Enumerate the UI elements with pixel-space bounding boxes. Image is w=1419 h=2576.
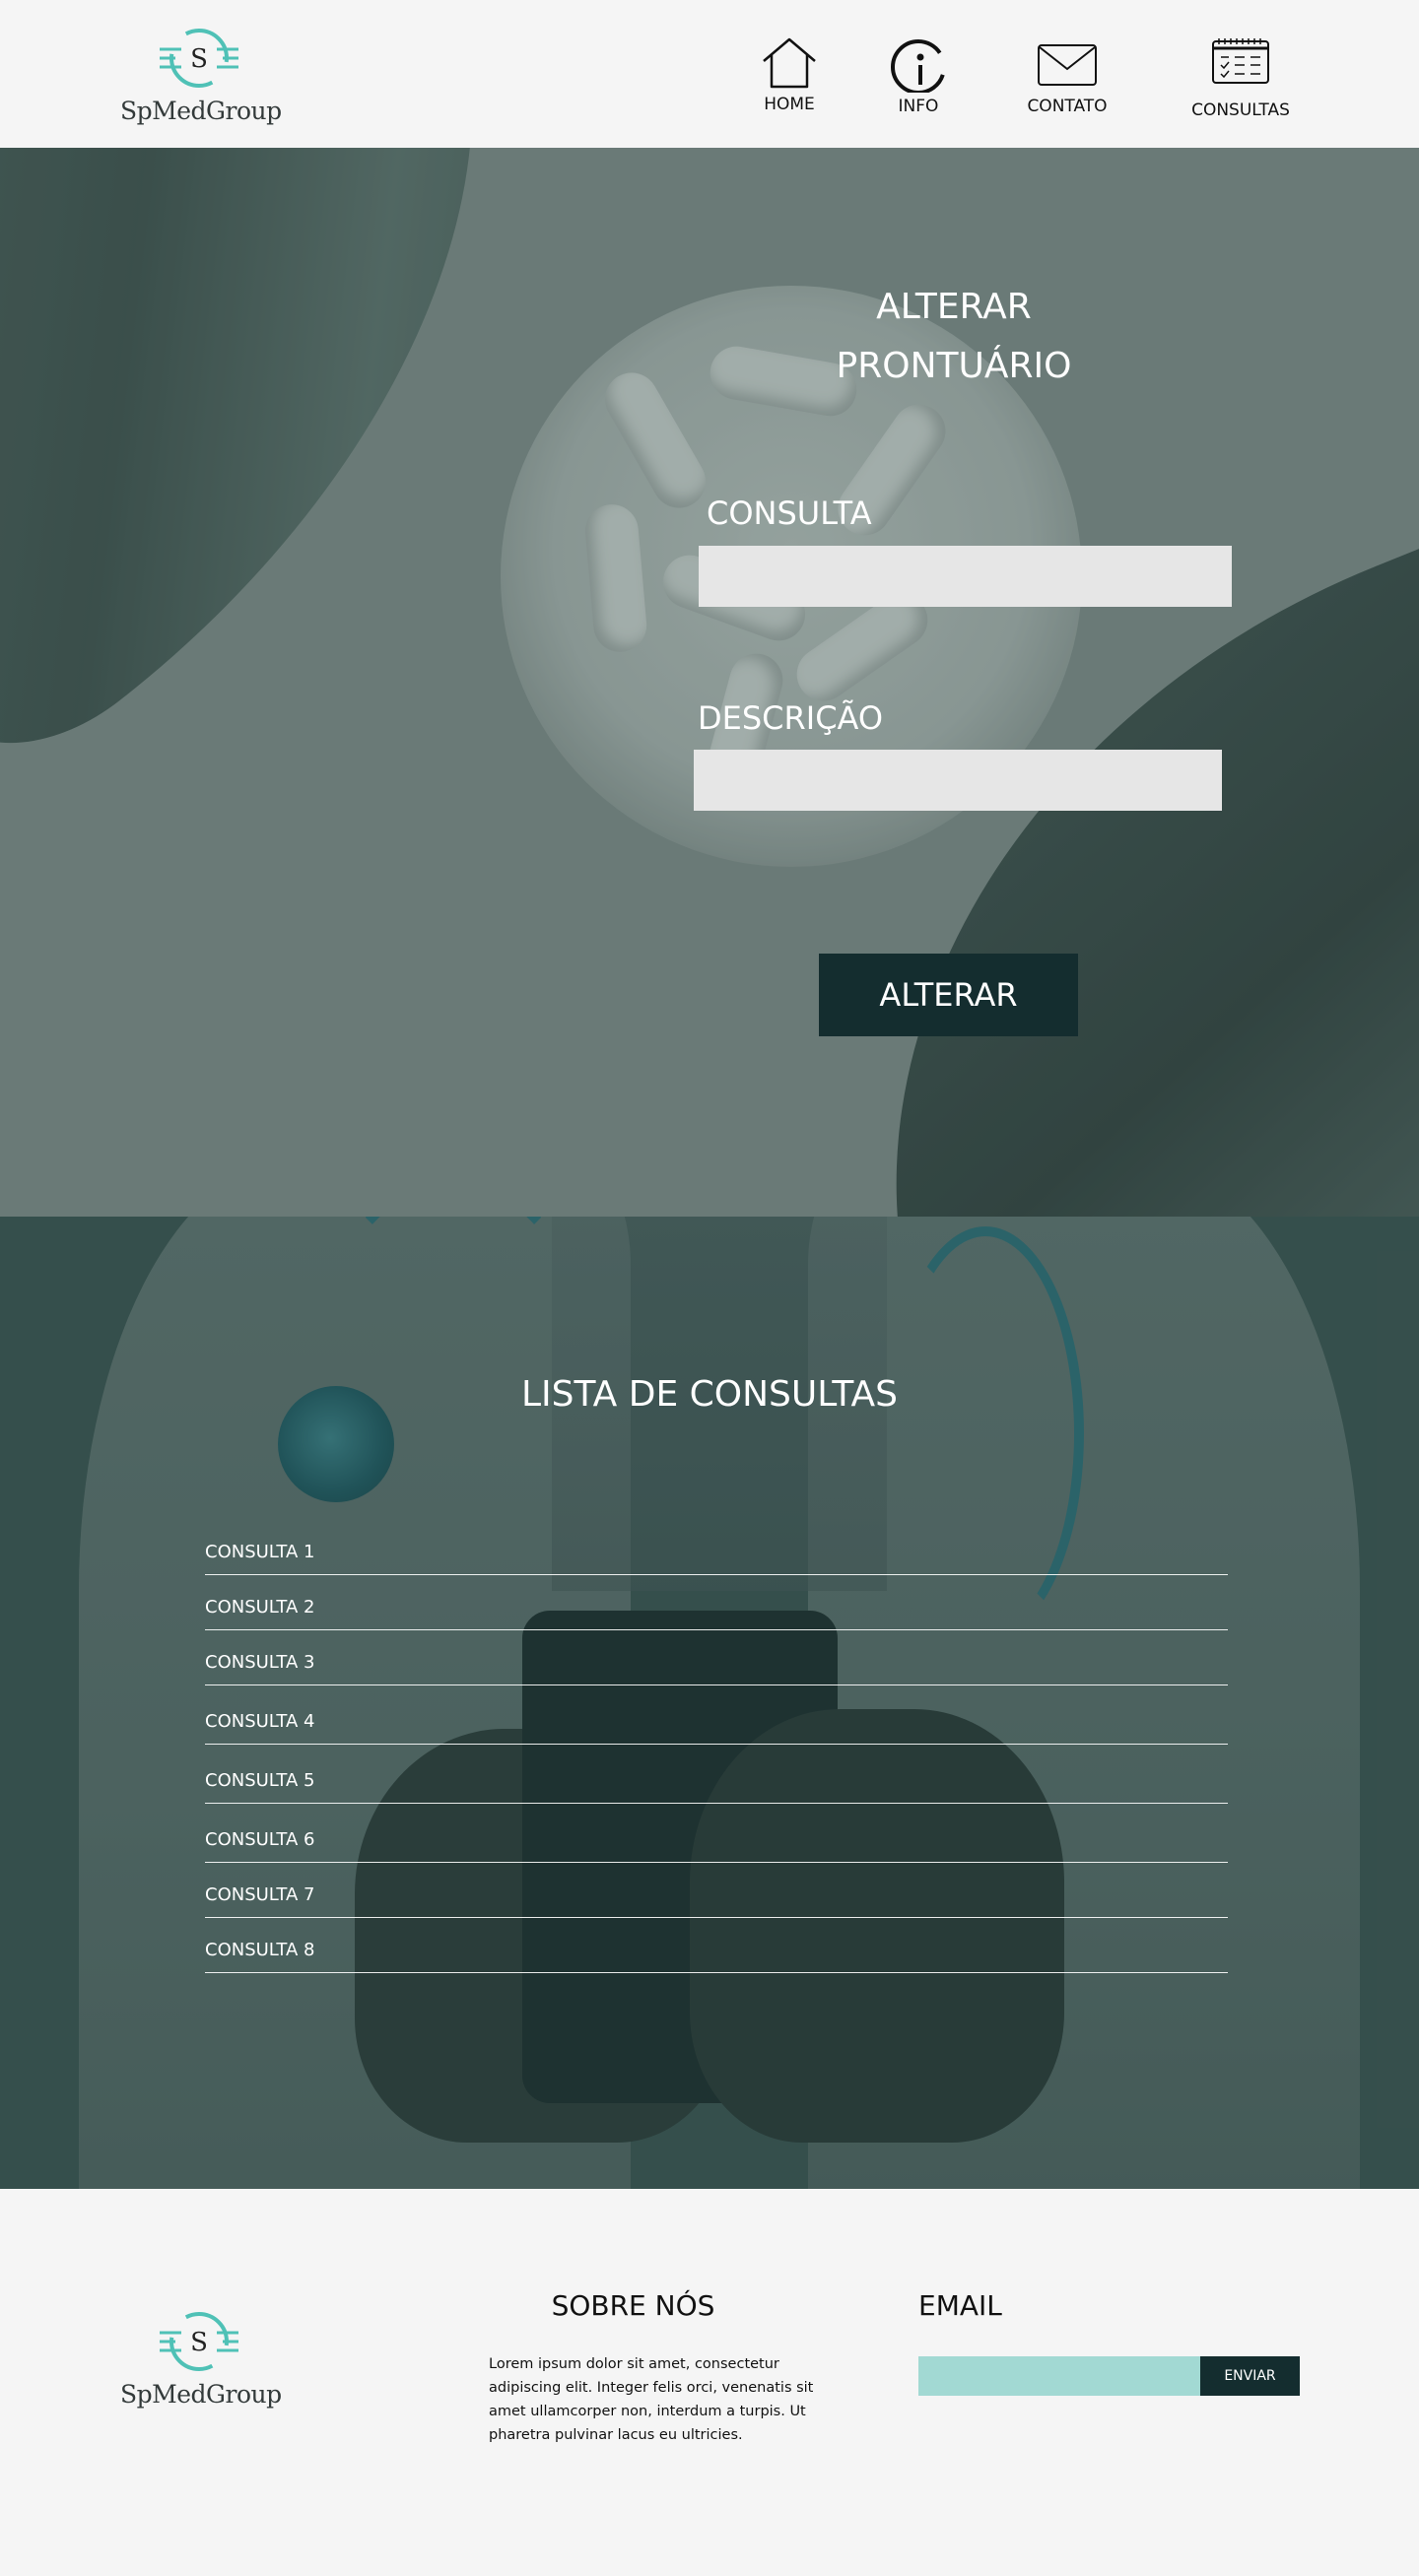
consulta-item-label: CONSULTA 2 [205,1597,315,1618]
consulta-item[interactable]: CONSULTA 6 [205,1804,1228,1863]
consulta-item[interactable]: CONSULTA 5 [205,1745,1228,1804]
enviar-button[interactable]: ENVIAR [1200,2356,1300,2396]
nav-consultas-label: CONSULTAS [1191,100,1290,120]
logo-emblem-icon: S [160,29,238,88]
email-input[interactable] [918,2356,1200,2396]
consulta-item-label: CONSULTA 8 [205,1940,315,1960]
consulta-item[interactable]: CONSULTA 2 [205,1575,1228,1630]
alterar-prontuario-section: ALTERAR PRONTUÁRIO CONSULTA DESCRIÇÃO AL… [0,148,1419,1217]
sobre-nos-text: Lorem ipsum dolor sit amet, consectetur … [489,2356,814,2443]
footer-brand-logo[interactable]: S SpMedGroup [120,2311,282,2419]
home-icon [763,37,816,89]
descricao-label: DESCRIÇÃO [698,699,884,737]
logo-letter: S [190,2328,208,2357]
consulta-item-label: CONSULTA 1 [205,1542,315,1562]
lista-consultas-section: LISTA DE CONSULTAS CONSULTA 1 CONSULTA 2… [0,1217,1419,2189]
brand-logo[interactable]: S SpMedGroup [120,28,282,136]
consulta-item-label: CONSULTA 4 [205,1711,315,1732]
info-icon [891,39,946,93]
hero-overlay [0,148,1419,1217]
sobre-nos-title: SOBRE NÓS [551,2289,715,2322]
footer-brand-name: SpMedGroup [120,2380,282,2409]
consulta-item-label: CONSULTA 3 [205,1652,315,1673]
nav-consultas[interactable]: CONSULTAS [1167,30,1315,128]
consulta-item[interactable]: CONSULTA 7 [205,1863,1228,1918]
alterar-button[interactable]: ALTERAR [819,954,1078,1036]
brand-name: SpMedGroup [120,97,282,125]
nav-info[interactable]: INFO [845,30,992,128]
consulta-item-label: CONSULTA 7 [205,1884,315,1905]
nav-contato[interactable]: CONTATO [993,30,1141,128]
nav-info-label: INFO [898,97,939,116]
consulta-input[interactable] [699,546,1232,607]
nav-contato-label: CONTATO [1027,97,1108,116]
descricao-input[interactable] [694,750,1222,811]
calendar-icon [1212,38,1269,84]
consulta-label: CONSULTA [707,495,872,532]
logo-emblem-icon: S [160,2312,238,2371]
consulta-item-label: CONSULTA 5 [205,1770,315,1791]
nav-home-label: HOME [764,95,815,114]
logo-letter: S [190,44,208,74]
consulta-item[interactable]: CONSULTA 1 [205,1522,1228,1575]
form-title: ALTERAR PRONTUÁRIO [757,278,1151,396]
consulta-item[interactable]: CONSULTA 8 [205,1918,1228,1973]
mail-icon [1038,44,1097,86]
consulta-item-label: CONSULTA 6 [205,1829,315,1850]
form-title-line1: ALTERAR [876,287,1032,327]
site-header: S SpMedGroup HOME INFO CONTATO CONSULTAS [0,0,1419,148]
form-title-line2: PRONTUÁRIO [836,346,1072,386]
consulta-item[interactable]: CONSULTA 4 [205,1685,1228,1745]
site-footer: S SpMedGroup SOBRE NÓS Lorem ipsum dolor… [0,2189,1419,2576]
email-title: EMAIL [918,2289,1002,2322]
lista-consultas-title: LISTA DE CONSULTAS [520,1374,899,1415]
consulta-item[interactable]: CONSULTA 3 [205,1630,1228,1685]
nav-home[interactable]: HOME [715,30,863,128]
